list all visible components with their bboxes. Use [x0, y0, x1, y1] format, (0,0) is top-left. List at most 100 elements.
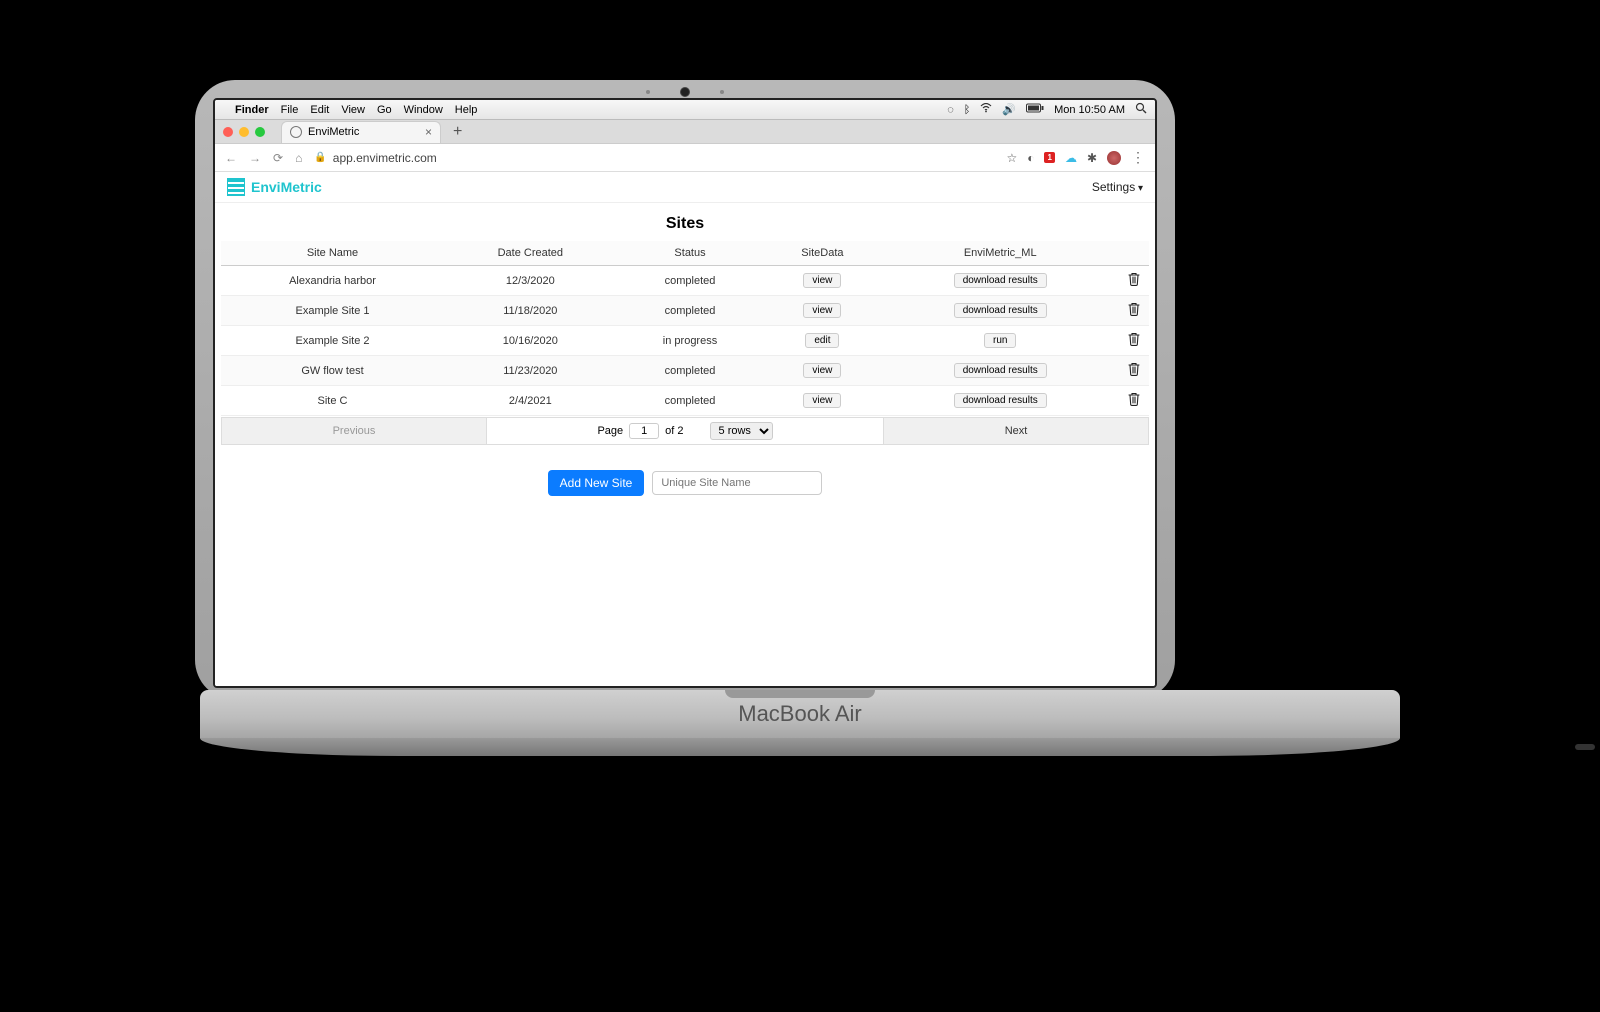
ml-action-button[interactable]: download results	[954, 393, 1047, 408]
cell-date-created: 11/23/2020	[444, 356, 617, 386]
laptop-frame: Finder File Edit View Go Window Help ◌ ᛒ…	[195, 80, 1175, 700]
trash-icon[interactable]	[1128, 364, 1140, 379]
next-page-button[interactable]: Next	[883, 417, 1149, 445]
browser-tab[interactable]: EnviMetric ×	[281, 121, 441, 143]
col-envimetric-ml[interactable]: EnviMetric_ML	[881, 241, 1119, 266]
table-header-row: Site Name Date Created Status SiteData E…	[221, 241, 1149, 266]
extension-badge-icon[interactable]: 1	[1044, 152, 1054, 163]
home-button[interactable]: ⌂	[295, 151, 302, 165]
trash-icon[interactable]	[1128, 304, 1140, 319]
table-row: Example Site 210/16/2020in progresseditr…	[221, 326, 1149, 356]
previous-page-button[interactable]: Previous	[221, 417, 487, 445]
cell-ml: download results	[881, 266, 1119, 296]
trash-icon[interactable]	[1128, 394, 1140, 409]
col-status[interactable]: Status	[617, 241, 764, 266]
site-data-button[interactable]: edit	[805, 333, 839, 348]
ml-action-button[interactable]: run	[984, 333, 1016, 348]
ml-action-button[interactable]: download results	[954, 303, 1047, 318]
page-number-input[interactable]	[629, 423, 659, 439]
brand[interactable]: EnviMetric	[227, 178, 322, 196]
site-data-button[interactable]: view	[803, 393, 841, 408]
laptop-camera-row	[646, 87, 724, 97]
cell-site-name: Alexandria harbor	[221, 266, 444, 296]
site-data-button[interactable]: view	[803, 303, 841, 318]
new-tab-button[interactable]: +	[447, 123, 468, 141]
cell-site-data: view	[763, 386, 881, 416]
brand-logo-icon	[227, 178, 245, 196]
menu-go[interactable]: Go	[377, 104, 392, 116]
ml-action-button[interactable]: download results	[954, 273, 1047, 288]
cell-status: completed	[617, 266, 764, 296]
table-row: GW flow test11/23/2020completedviewdownl…	[221, 356, 1149, 386]
cell-site-name: Example Site 1	[221, 296, 444, 326]
col-actions	[1119, 241, 1149, 266]
cell-date-created: 2/4/2021	[444, 386, 617, 416]
table-row: Example Site 111/18/2020completedviewdow…	[221, 296, 1149, 326]
cell-ml: run	[881, 326, 1119, 356]
window-minimize-button[interactable]	[239, 127, 249, 137]
cell-site-name: Site C	[221, 386, 444, 416]
menu-window[interactable]: Window	[404, 104, 443, 116]
menubar-app[interactable]: Finder	[235, 104, 269, 116]
cloud-extension-icon[interactable]: ☁	[1065, 151, 1077, 165]
settings-dropdown[interactable]: Settings	[1092, 180, 1143, 194]
wifi-icon[interactable]	[980, 103, 992, 116]
window-maximize-button[interactable]	[255, 127, 265, 137]
page-title: Sites	[215, 203, 1155, 241]
cell-date-created: 11/18/2020	[444, 296, 617, 326]
laptop-base-edge	[200, 738, 1400, 756]
bookmark-star-icon[interactable]: ☆	[1006, 151, 1017, 165]
webcam-icon	[680, 87, 690, 97]
sites-table: Site Name Date Created Status SiteData E…	[221, 241, 1149, 416]
bluetooth-icon[interactable]: ᛒ	[964, 104, 971, 116]
back-button[interactable]: ←	[225, 151, 237, 165]
tab-title: EnviMetric	[308, 126, 359, 138]
chat-icon[interactable]: ◌	[947, 104, 954, 116]
rows-per-page-select[interactable]: 5 rows	[710, 422, 773, 440]
volume-icon[interactable]: 🔊	[1002, 103, 1016, 116]
tab-close-icon[interactable]: ×	[425, 125, 432, 139]
forward-button[interactable]: →	[249, 151, 261, 165]
menu-file[interactable]: File	[281, 104, 299, 116]
add-new-site-button[interactable]: Add New Site	[548, 470, 645, 496]
cell-ml: download results	[881, 386, 1119, 416]
battery-icon[interactable]	[1026, 103, 1044, 116]
laptop-screen: Finder File Edit View Go Window Help ◌ ᛒ…	[213, 98, 1157, 688]
ml-action-button[interactable]: download results	[954, 363, 1047, 378]
cell-delete	[1119, 266, 1149, 296]
trash-icon[interactable]	[1128, 334, 1140, 349]
add-site-row: Add New Site	[215, 446, 1155, 520]
cell-date-created: 12/3/2020	[444, 266, 617, 296]
cell-delete	[1119, 296, 1149, 326]
cell-status: completed	[617, 356, 764, 386]
camera-dot	[720, 90, 724, 94]
site-data-button[interactable]: view	[803, 363, 841, 378]
menu-help[interactable]: Help	[455, 104, 478, 116]
cell-delete	[1119, 356, 1149, 386]
camera-dot	[646, 90, 650, 94]
spotlight-icon[interactable]	[1135, 102, 1147, 117]
site-data-button[interactable]: view	[803, 273, 841, 288]
trash-icon[interactable]	[1128, 274, 1140, 289]
menu-view[interactable]: View	[341, 104, 365, 116]
cell-delete	[1119, 386, 1149, 416]
table-row: Alexandria harbor12/3/2020completed view d…	[221, 266, 1149, 296]
col-date-created[interactable]: Date Created	[444, 241, 617, 266]
address-bar[interactable]: 🔒 app.envimetric.com	[314, 151, 437, 165]
col-site-name[interactable]: Site Name	[221, 241, 444, 266]
menubar-clock[interactable]: Mon 10:50 AM	[1054, 104, 1125, 116]
reload-button[interactable]: ⟳	[273, 151, 283, 165]
profile-avatar[interactable]	[1107, 151, 1121, 165]
menu-edit[interactable]: Edit	[310, 104, 329, 116]
col-site-data[interactable]: SiteData	[763, 241, 881, 266]
power-port-icon	[1575, 744, 1595, 750]
extension-icon[interactable]: ◐	[1027, 151, 1034, 165]
table-row: Site C2/4/2021completedviewdownload resu…	[221, 386, 1149, 416]
extensions-puzzle-icon[interactable]: ✱	[1087, 151, 1097, 165]
window-close-button[interactable]	[223, 127, 233, 137]
address-text: app.envimetric.com	[333, 151, 437, 165]
globe-icon	[290, 126, 302, 138]
page-of-label: of 2	[665, 425, 683, 437]
new-site-name-input[interactable]	[652, 471, 822, 495]
browser-menu-icon[interactable]: ⋮	[1131, 149, 1145, 166]
